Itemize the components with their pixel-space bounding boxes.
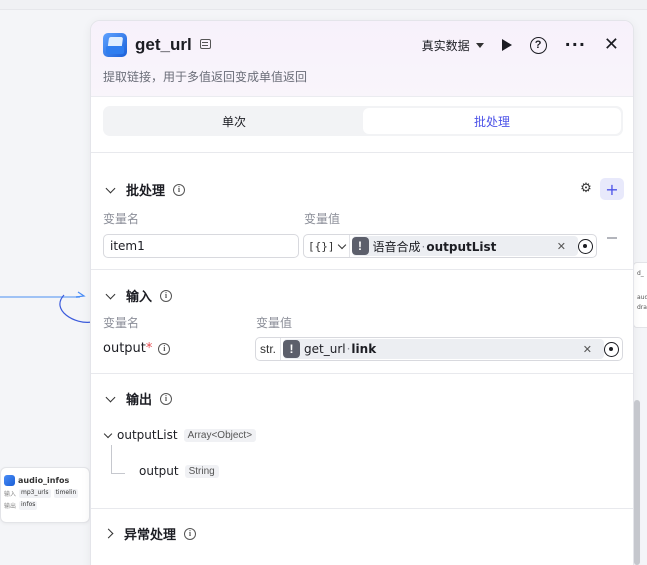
divider [91, 269, 633, 270]
partial-node-text: aud [637, 294, 647, 301]
variable-reference-pill[interactable]: ! 语音合成·outputList ✕ [351, 236, 578, 256]
info-icon[interactable]: i [160, 289, 173, 302]
chevron-down-icon [337, 240, 346, 249]
col-label-name: 变量名 [103, 212, 140, 226]
divider [91, 373, 633, 374]
data-mode-label: 真实数据 [421, 38, 470, 53]
mini-node-title: audio_infos [18, 476, 70, 485]
info-icon[interactable]: i [158, 342, 171, 355]
col-label-name: 变量名 [103, 316, 140, 330]
info-icon[interactable]: i [173, 183, 186, 196]
data-mode-dropdown[interactable]: 真实数据 [422, 37, 484, 54]
output-child-name: output [139, 464, 179, 478]
more-icon[interactable]: ··· [565, 37, 586, 53]
type-selector[interactable]: [{}] [304, 235, 350, 257]
required-mark: * [145, 341, 153, 356]
close-icon[interactable]: ✕ [604, 36, 619, 54]
ai-badge-icon [199, 39, 211, 49]
add-batch-variable-button[interactable]: + [600, 178, 624, 200]
exception-section-header[interactable]: 异常处理 i [103, 524, 197, 543]
output-list-name: outputList [117, 428, 178, 442]
output-child-row: output String [139, 464, 219, 478]
warning-icon: ! [351, 237, 369, 255]
variable-picker-icon[interactable] [604, 341, 619, 357]
chevron-down-icon [105, 392, 116, 402]
col-label-value: 变量值 [256, 316, 293, 330]
input-field-name: output [103, 341, 146, 356]
divider [91, 508, 633, 509]
mini-node-output-label: 输出 [4, 503, 17, 510]
exception-section-title: 异常处理 [124, 528, 177, 543]
ref-field-name: outputList [426, 239, 497, 254]
node-title[interactable]: get_url [135, 35, 192, 55]
node-type-icon [4, 475, 15, 486]
partial-node-text: d_ [637, 270, 644, 277]
output-list-type: Array<Object> [183, 428, 257, 442]
chevron-down-icon [105, 183, 116, 193]
output-list-row[interactable]: outputList Array<Object> [103, 428, 257, 442]
node-description[interactable]: 提取链接，用于多值返回变成单值返回 [103, 68, 307, 85]
partial-node-text: dra [637, 304, 647, 311]
mini-node-input-tag: mp3_urls [19, 489, 51, 498]
ref-field-name: link [351, 342, 377, 356]
canvas-node-audio-infos[interactable]: audio_infos 输入 mp3_urls timelin 输出 infos [0, 467, 90, 523]
clear-reference-icon[interactable]: ✕ [577, 343, 598, 356]
input-value-ref[interactable]: str. ! get_url·link ✕ [255, 337, 623, 361]
input-section-header[interactable]: 输入 i [105, 286, 173, 305]
panel-scrollbar[interactable] [634, 400, 640, 565]
batch-variable-name-input[interactable]: item1 [103, 234, 299, 258]
info-icon[interactable]: i [160, 392, 173, 405]
string-type-tag: str. [256, 338, 282, 360]
canvas-node-partial[interactable]: d_ aud dra [633, 262, 647, 328]
batch-variable-value-ref[interactable]: [{}] ! 语音合成·outputList ✕ [303, 234, 597, 258]
divider [91, 152, 633, 153]
output-child-type: String [184, 464, 219, 478]
tree-connector [111, 473, 125, 474]
output-section-header[interactable]: 输出 i [105, 389, 173, 408]
tab-single[interactable]: 单次 [105, 108, 363, 134]
chevron-down-icon[interactable] [103, 429, 113, 438]
input-section-title: 输入 [126, 290, 153, 305]
variable-picker-icon[interactable] [578, 238, 593, 254]
variable-reference-pill[interactable]: ! get_url·link ✕ [283, 339, 604, 359]
info-icon[interactable]: i [184, 527, 197, 540]
tree-connector [111, 445, 112, 473]
mini-node-output-tag: infos [19, 501, 38, 510]
input-field-label: output* i [103, 341, 171, 356]
chevron-right-icon [103, 528, 114, 539]
panel-header: get_url 提取链接，用于多值返回变成单值返回 真实数据 ? ··· ✕ [91, 21, 633, 97]
ref-node-name: 语音合成 [372, 239, 421, 254]
settings-gear-icon[interactable]: ⚙ [579, 181, 593, 196]
remove-variable-icon[interactable] [607, 237, 617, 239]
node-config-panel: get_url 提取链接，用于多值返回变成单值返回 真实数据 ? ··· ✕ 单… [90, 20, 634, 565]
tab-batch[interactable]: 批处理 [363, 108, 621, 134]
output-section-title: 输出 [126, 393, 153, 408]
run-icon[interactable] [501, 39, 512, 51]
caret-down-icon [475, 42, 484, 48]
batch-section-title: 批处理 [126, 184, 166, 199]
mini-node-input-label: 输入 [4, 491, 17, 498]
ref-node-name: get_url [304, 342, 346, 356]
chevron-down-icon [105, 289, 116, 299]
run-mode-tabs: 单次 批处理 [103, 106, 623, 136]
connection-curve [59, 291, 92, 323]
code-node-icon [103, 33, 127, 57]
canvas-top-bar [0, 0, 647, 10]
warning-icon: ! [283, 340, 301, 358]
array-type-icon: [{}] [308, 239, 335, 253]
help-icon[interactable]: ? [529, 36, 547, 54]
clear-reference-icon[interactable]: ✕ [551, 240, 572, 253]
mini-node-input-tag: timelin [53, 489, 79, 498]
batch-section-header[interactable]: 批处理 i [105, 180, 186, 199]
col-label-value: 变量值 [304, 212, 341, 226]
